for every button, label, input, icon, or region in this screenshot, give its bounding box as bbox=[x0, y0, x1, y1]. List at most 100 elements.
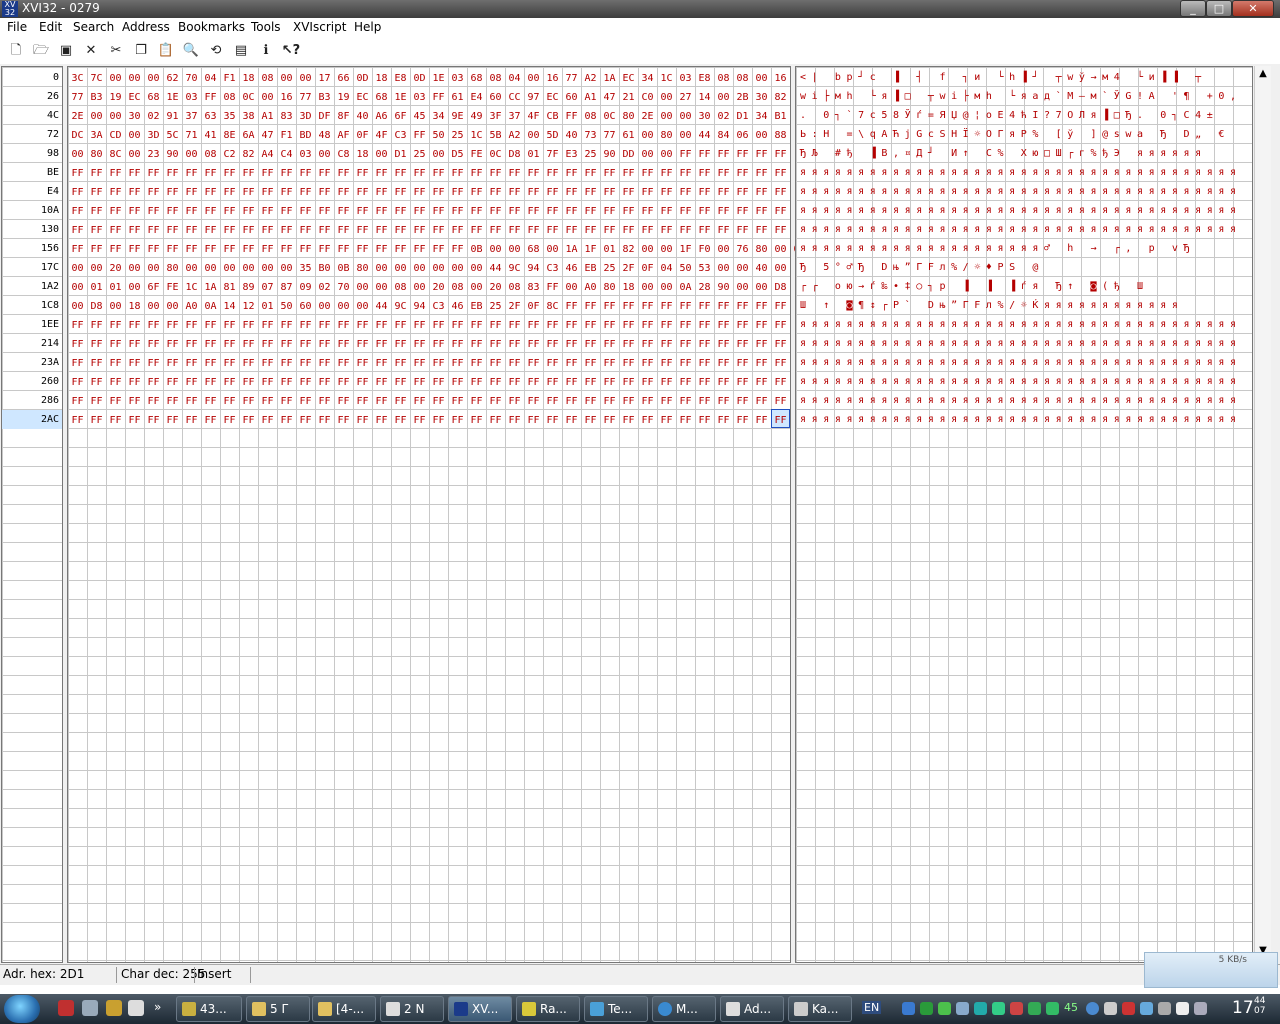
hex-byte[interactable]: FF bbox=[68, 202, 87, 221]
hex-byte[interactable]: 61 bbox=[448, 88, 467, 107]
hex-byte[interactable]: 00 bbox=[372, 259, 391, 278]
hex-byte[interactable]: FF bbox=[524, 316, 543, 335]
hex-byte[interactable]: FF bbox=[695, 202, 714, 221]
hex-byte[interactable]: FF bbox=[125, 411, 144, 430]
hex-byte[interactable]: FF bbox=[163, 392, 182, 411]
hex-byte[interactable]: 00 bbox=[239, 259, 258, 278]
hex-byte[interactable]: FF bbox=[562, 392, 581, 411]
hex-byte[interactable]: FF bbox=[391, 240, 410, 259]
paste-icon[interactable]: 📋 bbox=[156, 41, 176, 61]
hex-byte[interactable]: FF bbox=[771, 183, 790, 202]
start-button[interactable] bbox=[4, 995, 40, 1023]
hex-byte[interactable]: FF bbox=[277, 373, 296, 392]
hex-byte[interactable]: FF bbox=[106, 392, 125, 411]
hex-byte[interactable]: 25 bbox=[581, 145, 600, 164]
hex-byte[interactable]: DF bbox=[315, 107, 334, 126]
hex-byte[interactable]: 04 bbox=[201, 69, 220, 88]
hex-byte[interactable]: FF bbox=[505, 221, 524, 240]
hex-byte[interactable]: 00 bbox=[87, 259, 106, 278]
taskbar-button[interactable]: Ad... bbox=[720, 996, 784, 1022]
hex-byte[interactable]: 9C bbox=[391, 297, 410, 316]
hex-byte[interactable]: F1 bbox=[277, 126, 296, 145]
hex-byte[interactable]: 07 bbox=[258, 278, 277, 297]
hex-byte[interactable]: FF bbox=[239, 202, 258, 221]
hex-byte[interactable]: 00 bbox=[391, 259, 410, 278]
hex-byte[interactable]: FF bbox=[372, 392, 391, 411]
hex-byte[interactable]: C4 bbox=[277, 145, 296, 164]
hex-byte[interactable]: 1A bbox=[562, 240, 581, 259]
hex-byte[interactable]: FF bbox=[372, 354, 391, 373]
hex-byte[interactable]: FF bbox=[657, 373, 676, 392]
hex-byte[interactable]: B1 bbox=[771, 107, 790, 126]
hex-byte[interactable]: 3D bbox=[144, 126, 163, 145]
hex-byte[interactable]: FF bbox=[277, 354, 296, 373]
hex-byte[interactable]: FF bbox=[68, 183, 87, 202]
hex-byte[interactable]: FF bbox=[486, 392, 505, 411]
text-pane[interactable]: <| bp┘c ▐ ┤ f ┐и └h▐┘ ┬wў→м4 └и▐▐ ┬ wi├мh… bbox=[795, 66, 1253, 963]
hex-byte[interactable]: FF bbox=[600, 335, 619, 354]
hex-byte[interactable]: 0A bbox=[676, 278, 695, 297]
hex-byte[interactable]: FF bbox=[657, 411, 676, 430]
text-row[interactable]: яяяяяяяяяяяяяяяяяяяяяяяяяяяяяяяяяяяяяя bbox=[796, 163, 1242, 182]
language-indicator[interactable]: EN bbox=[862, 1001, 882, 1014]
hex-byte[interactable]: 00 bbox=[429, 145, 448, 164]
hex-byte[interactable]: E4 bbox=[467, 88, 486, 107]
hex-byte[interactable]: 00 bbox=[372, 145, 391, 164]
hex-byte[interactable]: FF bbox=[733, 164, 752, 183]
hex-byte[interactable]: FF bbox=[125, 164, 144, 183]
hex-byte[interactable]: FF bbox=[182, 164, 201, 183]
text-row[interactable]: wi├мh └я▐□ ┬wi├мh └яад`М—м`ЎG!А '¶ +0‚ bbox=[796, 87, 1242, 106]
hex-byte[interactable]: FF bbox=[543, 335, 562, 354]
hex-byte[interactable]: FF bbox=[201, 240, 220, 259]
hex-byte[interactable]: 80 bbox=[657, 126, 676, 145]
hex-row[interactable]: 2E 00 00 30 02 91 37 63 35 38 A1 83 3D DF 8F 40 A6 6F 45 34… bbox=[68, 106, 790, 125]
hex-byte[interactable]: FF bbox=[505, 392, 524, 411]
hex-byte[interactable]: FF bbox=[771, 373, 790, 392]
hex-byte[interactable]: 00 bbox=[657, 240, 676, 259]
hex-byte[interactable]: 0F bbox=[638, 259, 657, 278]
hex-byte[interactable]: FF bbox=[638, 335, 657, 354]
hex-byte[interactable]: FF bbox=[562, 373, 581, 392]
hex-byte[interactable]: 28 bbox=[695, 278, 714, 297]
hex-byte[interactable]: FF bbox=[600, 164, 619, 183]
hex-byte[interactable]: FF bbox=[733, 354, 752, 373]
taskbar-button[interactable]: [4-... bbox=[312, 996, 376, 1022]
hex-byte[interactable]: 00 bbox=[714, 88, 733, 107]
save-icon[interactable]: ▣ bbox=[56, 41, 76, 61]
text-row[interactable]: . 0┐`7c58Ўѓ=ЯЏ@¦oE4ћI?7OЛя▐□Ђ. 0┐С4± bbox=[796, 106, 1218, 125]
hex-byte[interactable]: E8 bbox=[695, 69, 714, 88]
hex-byte[interactable]: FF bbox=[182, 240, 201, 259]
hex-byte[interactable]: FF bbox=[752, 354, 771, 373]
hex-byte[interactable]: FE bbox=[163, 278, 182, 297]
hex-byte[interactable]: FF bbox=[258, 354, 277, 373]
hex-byte[interactable]: FF bbox=[372, 202, 391, 221]
hex-byte[interactable]: FF bbox=[239, 164, 258, 183]
hex-byte[interactable]: FF bbox=[372, 411, 391, 430]
hex-byte[interactable]: FF bbox=[714, 202, 733, 221]
hex-byte[interactable]: A1 bbox=[581, 88, 600, 107]
hex-byte[interactable]: FF bbox=[87, 354, 106, 373]
hex-byte[interactable]: FF bbox=[239, 183, 258, 202]
hex-byte[interactable]: FF bbox=[296, 354, 315, 373]
hex-byte[interactable]: 00 bbox=[125, 145, 144, 164]
hex-byte[interactable]: FF bbox=[68, 392, 87, 411]
hex-byte[interactable]: C3 bbox=[391, 126, 410, 145]
hex-byte[interactable]: 8F bbox=[334, 107, 353, 126]
hex-byte[interactable]: FF bbox=[619, 297, 638, 316]
hex-byte[interactable]: FF bbox=[201, 373, 220, 392]
hex-byte[interactable]: B3 bbox=[87, 88, 106, 107]
hex-byte[interactable]: FF bbox=[87, 335, 106, 354]
hex-byte[interactable]: FF bbox=[182, 373, 201, 392]
hex-byte[interactable]: FF bbox=[410, 164, 429, 183]
hex-byte[interactable]: DD bbox=[619, 145, 638, 164]
hex-row[interactable]: FF FF FF FF FF FF FF FF FF FF FF FF FF FF FF FF FF FF FF FF… bbox=[68, 239, 828, 258]
hex-byte[interactable]: 08 bbox=[581, 107, 600, 126]
hex-byte[interactable]: 80 bbox=[87, 145, 106, 164]
taskbar-button[interactable]: Ra... bbox=[516, 996, 580, 1022]
hex-byte[interactable]: 18 bbox=[372, 69, 391, 88]
hex-byte[interactable]: 8C bbox=[543, 297, 562, 316]
hex-byte[interactable]: FF bbox=[448, 392, 467, 411]
hex-byte[interactable]: FF bbox=[296, 183, 315, 202]
hex-byte[interactable]: FF bbox=[182, 354, 201, 373]
hex-byte[interactable]: FF bbox=[258, 373, 277, 392]
